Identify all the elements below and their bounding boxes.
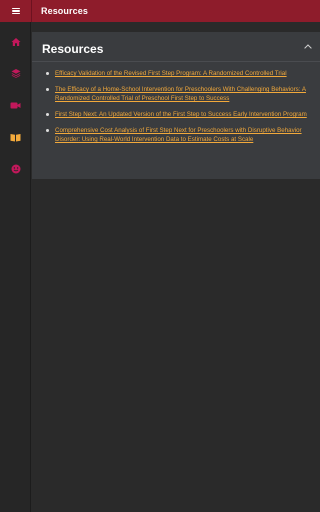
top-app-bar: Resources [0,0,320,22]
hamburger-icon [11,7,20,15]
layers-icon [11,69,20,78]
resource-link[interactable]: Efficacy Validation of the Revised First… [55,69,312,78]
sidebar-item-feedback[interactable] [0,159,31,179]
collapse-button[interactable] [302,40,314,52]
list-item: The Efficacy of a Home-School Interventi… [44,85,312,103]
resource-link[interactable]: The Efficacy of a Home-School Interventi… [55,85,312,103]
sidebar-item-resources[interactable] [0,127,31,147]
sidebar-item-videos[interactable] [0,95,31,115]
main-content: Resources Efficacy Validation of the Rev… [32,22,320,512]
panel-header: Resources [32,32,320,62]
smiley-icon [11,164,20,174]
bullet [46,72,49,75]
bullet [46,113,49,116]
resources-panel: Resources Efficacy Validation of the Rev… [32,32,320,179]
list-item: Comprehensive Cost Analysis of First Ste… [44,126,312,144]
list-item: First Step Next: An Updated Version of t… [44,110,312,119]
menu-button[interactable] [0,0,32,22]
panel-title: Resources [42,42,104,56]
resource-list: Efficacy Validation of the Revised First… [44,69,312,151]
sidebar-item-layers[interactable] [0,63,31,83]
sidebar [0,22,31,512]
bullet [46,129,49,132]
resource-link[interactable]: First Step Next: An Updated Version of t… [55,110,312,119]
chevron-up-icon [304,43,312,49]
home-icon [11,38,20,46]
sidebar-item-home[interactable] [0,32,31,52]
list-item: Efficacy Validation of the Revised First… [44,69,312,78]
bullet [46,88,49,91]
video-icon [10,102,21,108]
page-title: Resources [41,6,88,16]
book-icon [10,133,21,141]
resource-link[interactable]: Comprehensive Cost Analysis of First Ste… [55,126,312,144]
